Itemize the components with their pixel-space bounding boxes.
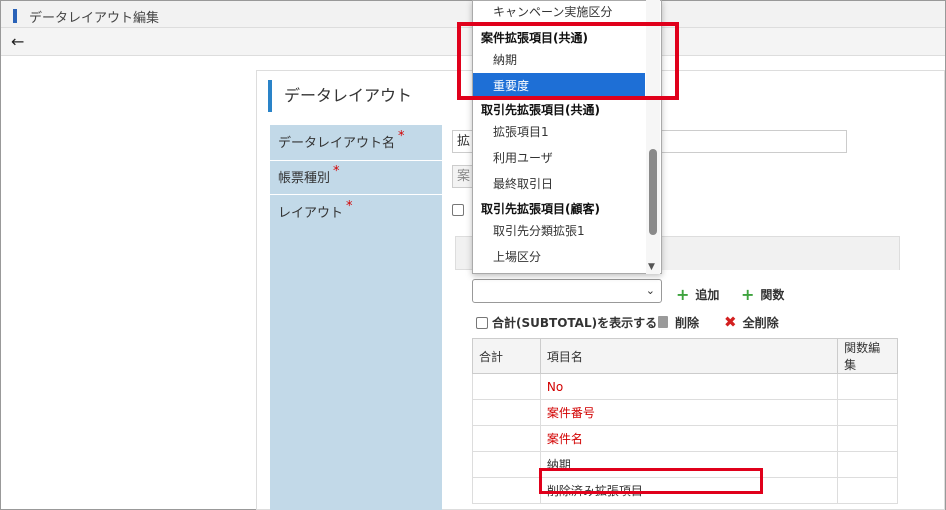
form-type-label-text: 帳票種別 (278, 171, 331, 186)
table-row[interactable]: No (472, 373, 898, 400)
dropdown-scrollbar-thumb[interactable] (649, 149, 657, 235)
required-mark: * (346, 199, 353, 214)
delete-all-button-label: 全削除 (742, 316, 779, 330)
dropdown-option[interactable]: 取引先分類拡張1 (473, 218, 645, 244)
total-cell (472, 373, 541, 400)
function-edit-cell (837, 373, 898, 400)
delete-all-button[interactable]: ✖ 全削除 (724, 313, 779, 331)
dropdown-option[interactable]: 拡張項目1 (473, 119, 645, 145)
add-button[interactable]: + 追加 (676, 284, 720, 304)
dropdown-option[interactable]: 上場区分 (473, 244, 645, 270)
column-header-total: 合計 (472, 338, 541, 374)
title-accent-bar (13, 9, 17, 23)
window-title: データレイアウト編集 (29, 11, 160, 26)
item-name-cell: 案件番号 (539, 399, 839, 426)
label-row-divider (270, 194, 442, 195)
chevron-down-icon: ⌄ (645, 284, 655, 297)
form-type-select[interactable]: 案 (452, 165, 472, 188)
column-header-function-edit: 関数編集 (837, 338, 898, 374)
table-header-row: 合計 項目名 関数編集 (472, 338, 898, 374)
function-button[interactable]: + 関数 (741, 284, 785, 304)
layout-tab-bar (660, 236, 900, 270)
layout-label-text: レイアウト (278, 206, 344, 221)
plus-icon: + (676, 285, 690, 304)
item-name-cell: No (539, 373, 839, 400)
layout-label: レイアウト * (278, 199, 353, 221)
function-edit-cell (837, 399, 898, 426)
subtotal-label: 合計(SUBTOTAL)を表示する (492, 316, 658, 330)
back-arrow-icon[interactable]: ← (11, 32, 24, 51)
delete-button-label: 削除 (675, 316, 700, 330)
layout-name-label-text: データレイアウト名 (278, 136, 396, 151)
required-mark: * (398, 129, 405, 144)
item-select[interactable]: ⌄ (472, 279, 662, 303)
total-cell (472, 425, 541, 452)
scroll-down-arrow-icon[interactable]: ▼ (648, 262, 655, 272)
section-title: データレイアウト (268, 80, 412, 112)
function-edit-cell (837, 425, 898, 452)
total-cell (472, 451, 541, 478)
plus-icon: + (741, 285, 755, 304)
total-cell (472, 477, 541, 504)
dropdown-option[interactable]: 利用ユーザ (473, 145, 645, 171)
add-button-label: 追加 (695, 288, 720, 302)
trash-icon (658, 316, 668, 328)
subtotal-toggle[interactable]: 合計(SUBTOTAL)を表示する (476, 314, 657, 331)
item-name-cell: 案件名 (539, 425, 839, 452)
dropdown-group-header: 取引先拡張項目(顧客) (481, 202, 600, 216)
function-edit-cell (837, 451, 898, 478)
dropdown-option[interactable]: 最終取引日 (473, 171, 645, 197)
layout-checkbox[interactable] (452, 204, 464, 216)
total-cell (472, 399, 541, 426)
layout-name-input-right[interactable] (660, 130, 847, 153)
function-button-label: 関数 (760, 288, 785, 302)
form-type-label: 帳票種別 * (278, 164, 340, 186)
function-edit-cell (837, 477, 898, 504)
table-row[interactable]: 案件名 (472, 425, 898, 452)
table-row[interactable]: 案件番号 (472, 399, 898, 426)
label-row-divider (270, 160, 442, 161)
close-icon: ✖ (724, 313, 737, 331)
column-header-item-name: 項目名 (539, 338, 839, 374)
dropdown-group-header: 取引先拡張項目(共通) (481, 103, 600, 117)
subtotal-checkbox[interactable] (476, 317, 488, 329)
highlight-box (539, 468, 763, 494)
required-mark: * (333, 164, 340, 179)
layout-name-label: データレイアウト名 * (278, 129, 405, 151)
highlight-box (457, 22, 679, 100)
delete-button[interactable]: 削除 (658, 314, 699, 331)
layout-name-input[interactable]: 拡 (452, 130, 472, 153)
